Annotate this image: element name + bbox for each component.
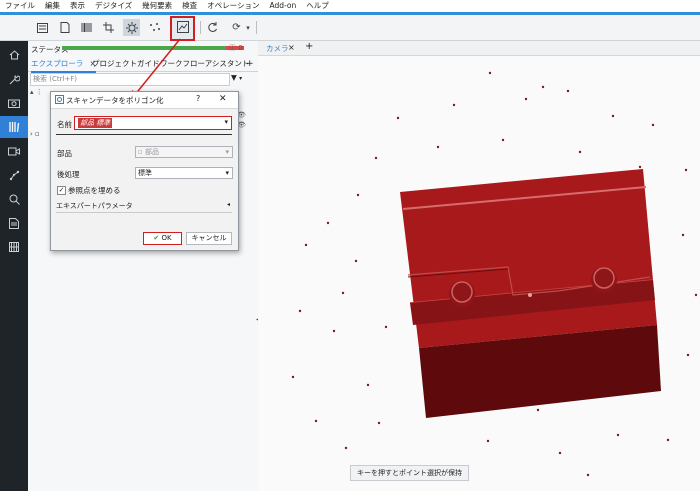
home-icon[interactable] [0, 44, 28, 66]
polygonize-icon [176, 21, 189, 36]
expert-params-header[interactable]: エキスパートパラメータ ◂ [56, 200, 232, 213]
menu-item[interactable]: オペレーション [202, 0, 264, 12]
tree-expander[interactable]: ▴ ⋮ [30, 88, 43, 96]
check-icon: ✔ [153, 234, 160, 242]
divider [56, 134, 232, 135]
part-select[interactable]: ▫ 部品 ▾ [135, 146, 233, 158]
scatter-icon[interactable] [0, 164, 28, 186]
tree-expander[interactable]: › ▫ [30, 130, 40, 138]
video-icon[interactable] [0, 140, 28, 162]
camera-icon[interactable] [0, 92, 28, 114]
scanned-part-model [400, 169, 661, 418]
fill-points-checkbox[interactable]: ✓ [57, 186, 66, 195]
toolbar-separator [256, 21, 257, 34]
report-icon[interactable] [0, 212, 28, 234]
ok-button[interactable]: ✔ OK [143, 232, 182, 245]
model-canvas[interactable] [258, 55, 700, 491]
scan-icon[interactable] [123, 19, 140, 36]
postprocess-label: 後処理 [57, 170, 80, 179]
menu-item[interactable]: ヘルプ [301, 0, 334, 12]
menu-item[interactable]: 検査 [177, 0, 202, 12]
tab-project-guide[interactable]: プロジェクトガイド [92, 57, 160, 71]
3d-viewport[interactable]: カメラ × + キーを押すとポイント選択が保持 [258, 41, 700, 491]
name-field[interactable]: 部品 標準 ▾ [74, 116, 232, 130]
search-input[interactable]: 検索 (Ctrl+F) [30, 73, 230, 86]
viewport-tabs: カメラ × + [258, 41, 700, 56]
tab-camera[interactable]: カメラ [266, 43, 289, 54]
chevron-down-icon[interactable]: ▾ [224, 118, 228, 126]
fill-points-label: 参照点を埋める [68, 186, 121, 195]
menu-item[interactable]: 表示 [65, 0, 90, 12]
left-nav [0, 41, 28, 491]
toolbar-separator [200, 21, 201, 34]
redo-dropdown[interactable]: ▾ [244, 19, 252, 36]
tab-workflow-assistant[interactable]: ワークフローアシスタント [160, 57, 249, 71]
crop-icon[interactable] [100, 19, 117, 36]
add-view-button[interactable]: + [305, 41, 313, 52]
toolbar: ⟳ ▾ [0, 15, 700, 41]
expert-params-label: エキスパートパラメータ [56, 202, 133, 210]
chevron-down-icon: ▾ [225, 148, 229, 156]
postprocess-select[interactable]: 標準 ▾ [135, 167, 233, 179]
document-icon[interactable] [56, 19, 73, 36]
dialog-titlebar: スキャンデータをポリゴン化 ? ✕ [51, 92, 238, 109]
polygonize-button[interactable] [170, 16, 195, 41]
info-icon: ⓘ [229, 44, 236, 52]
part-icon: ▫ [138, 148, 143, 156]
filter-icon[interactable]: ▼ ▾ [231, 73, 242, 82]
menu-bar: ファイル 編集 表示 デジタイズ 幾何要素 検査 オペレーション Add-on ヘルプ [0, 0, 700, 12]
panel-tabs: エクスプローラ × プロジェクトガイド ワークフローアシスタント + [28, 57, 258, 73]
menu-item[interactable]: ファイル [0, 0, 40, 12]
barcode-icon[interactable] [78, 19, 95, 36]
menu-item[interactable]: Add-on [264, 0, 301, 12]
help-icon[interactable]: ? [196, 94, 200, 103]
close-icon[interactable]: ✕ [219, 94, 227, 104]
add-tab-button[interactable]: + [246, 57, 254, 71]
viewport-hint: キーを押すとポイント選択が保持 [350, 465, 469, 481]
name-value: 部品 標準 [78, 118, 113, 128]
menu-item[interactable]: デジタイズ [90, 0, 137, 12]
chevron-down-icon: ▾ [225, 169, 229, 177]
search-icon[interactable] [0, 188, 28, 210]
refresh-icon[interactable] [204, 19, 221, 36]
redo-icon[interactable]: ⟳ [228, 19, 245, 36]
status-progress-bar [62, 46, 244, 50]
scan-data-icon [55, 95, 64, 106]
grid-icon[interactable] [0, 236, 28, 258]
part-label: 部品 [57, 149, 72, 158]
points-icon[interactable] [146, 19, 163, 36]
menu-item[interactable]: 幾何要素 [137, 0, 177, 12]
name-label: 名前 [57, 120, 72, 129]
cancel-button[interactable]: キャンセル [186, 232, 232, 245]
menu-item[interactable]: 編集 [40, 0, 65, 12]
library-icon[interactable] [0, 116, 28, 138]
close-icon[interactable]: × [288, 43, 295, 52]
polygonize-dialog: スキャンデータをポリゴン化 ? ✕ 名前 部品 標準 ▾ 部品 ▫ 部品 ▾ 後… [50, 91, 239, 251]
status-count: ⓘ 0 [229, 44, 243, 52]
tab-explorer[interactable]: エクスプローラ × [31, 57, 96, 73]
list-icon[interactable] [34, 19, 51, 36]
collapse-icon: ◂ [226, 201, 230, 208]
wrench-icon[interactable] [0, 68, 28, 90]
dialog-title: スキャンデータをポリゴン化 [66, 96, 164, 105]
